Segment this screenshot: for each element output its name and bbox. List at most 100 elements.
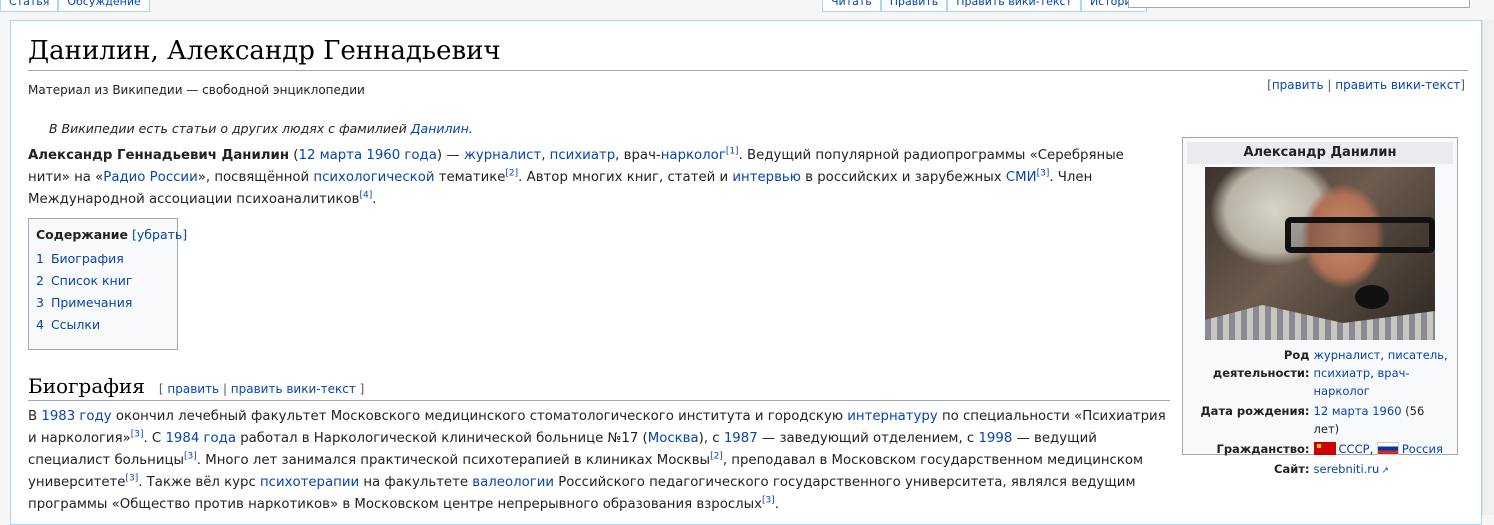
bio-text: на факультете — [359, 475, 473, 490]
ussr-flag-icon — [1313, 442, 1336, 455]
section-edit-source-link[interactable]: править вики-текст — [231, 382, 356, 396]
link-birth-date[interactable]: 12 марта 1960 — [1314, 404, 1402, 418]
toc-num: 3 — [36, 295, 44, 310]
section-edit-link[interactable]: править — [167, 382, 219, 396]
tab-article[interactable]: Статья — [0, 0, 59, 12]
table-of-contents: Содержание [убрать] 1 Биография 2 Список … — [28, 218, 187, 350]
toc-link-biography[interactable]: Биография — [51, 251, 124, 266]
toc-item[interactable]: 3 Примечания — [36, 292, 170, 314]
link-1984[interactable]: 1984 года — [165, 431, 236, 446]
bio-text: . С — [143, 431, 166, 446]
biography-paragraph: В 1983 году окончил лечебный факультет М… — [28, 406, 1170, 516]
lead-text-2: », посвящённой — [197, 170, 314, 185]
bio-text: . Также вёл курс — [138, 475, 260, 490]
ref-3[interactable]: [3] — [131, 430, 144, 440]
tab-read[interactable]: Читать — [822, 0, 881, 12]
lead-text-7: . — [372, 192, 377, 207]
subject-name: Александр Геннадьевич Данилин — [28, 148, 290, 163]
bio-text: — заведующий отделением, с — [757, 431, 979, 446]
ref-2[interactable]: [2] — [710, 452, 723, 462]
lead-text-4: . Автор многих книг, статей и — [518, 170, 733, 185]
link-valeology[interactable]: валеологии — [472, 475, 554, 490]
link-internship[interactable]: интернатуру — [847, 409, 937, 424]
link-journalist[interactable]: журналист — [464, 148, 541, 163]
link-moscow[interactable]: Москва — [648, 431, 699, 446]
bracket-close: ] — [355, 382, 365, 396]
toc-link-books[interactable]: Список книг — [51, 273, 132, 288]
infobox-row-birth: Дата рождения: 12 марта 1960 (56 лет) — [1187, 402, 1453, 438]
right-tabs: Читать Править Править вики-текст Истори… — [822, 0, 1148, 12]
link-psychological[interactable]: психологической — [313, 170, 434, 185]
scrollbar[interactable] — [1482, 20, 1494, 515]
toc-link-links[interactable]: Ссылки — [51, 317, 100, 332]
section-title: Биография — [28, 374, 145, 398]
link-psychotherapy[interactable]: психотерапии — [260, 475, 359, 490]
toc-item[interactable]: 4 Ссылки — [36, 314, 170, 336]
infobox-row-occupation: Род деятельности: журналист, писатель, п… — [1187, 346, 1453, 400]
tab-edit-source[interactable]: Править вики-текст — [947, 0, 1081, 12]
link-radio-russia[interactable]: Радио России — [103, 170, 197, 185]
page-edit-links: [править | править вики-текст] — [1267, 78, 1465, 92]
link-media[interactable]: СМИ — [1006, 170, 1037, 185]
photo-shirt — [1205, 305, 1435, 340]
lead-paragraph: Александр Геннадьевич Данилин (12 марта … — [28, 146, 1124, 207]
toc-link-notes[interactable]: Примечания — [51, 295, 132, 310]
toc-num: 4 — [36, 317, 44, 332]
lead-text-5: в российских и зарубежных — [800, 170, 1006, 185]
link-1983[interactable]: 1983 году — [41, 409, 111, 424]
ref-3[interactable]: [3] — [1037, 169, 1050, 179]
hatnote-end: . — [468, 121, 473, 136]
infobox-label: Род деятельности: — [1212, 348, 1310, 380]
hatnote-text: В Википедии есть статьи о других людях с… — [49, 121, 407, 136]
toc-title: Содержание — [36, 227, 129, 242]
link-psychiatrist[interactable]: психиатр — [1314, 366, 1371, 380]
link-ussr[interactable]: СССР — [1339, 442, 1370, 456]
portrait-photo[interactable] — [1205, 167, 1435, 340]
section-edit-links: [ править | править вики-текст ] — [158, 382, 365, 396]
search-input[interactable] — [1128, 0, 1470, 8]
ref-3[interactable]: [3] — [125, 474, 138, 484]
hatnote-link[interactable]: Данилин — [411, 121, 469, 136]
link-psychiatrist[interactable]: психиатр — [550, 148, 616, 163]
toc-toggle[interactable]: [убрать] — [132, 227, 187, 242]
tab-edit[interactable]: Править — [880, 0, 948, 12]
ref-3[interactable]: [3] — [762, 496, 775, 506]
link-1998[interactable]: 1998 — [978, 431, 1012, 446]
section-heading-biography: Биография [ править | править вики-текст … — [28, 374, 1170, 401]
infobox-row-citizenship: Гражданство: СССР, Россия — [1187, 440, 1453, 458]
infobox-label: Гражданство: — [1216, 442, 1310, 456]
link-1987[interactable]: 1987 — [724, 431, 758, 446]
ref-2[interactable]: [2] — [505, 169, 518, 179]
toc-item[interactable]: 1 Биография — [36, 248, 170, 270]
photo-glasses — [1285, 217, 1435, 253]
russia-flag-icon — [1376, 442, 1399, 455]
photo-pipe — [1355, 285, 1389, 309]
tab-discussion[interactable]: Обсуждение — [58, 0, 150, 12]
link-interviews[interactable]: интервью — [732, 170, 801, 185]
edit-separator: | — [1327, 78, 1332, 92]
ref-3[interactable]: [3] — [184, 452, 197, 462]
bio-text: работал в Наркологической клинической бо… — [235, 431, 648, 446]
infobox-value: 12 марта 1960 (56 лет) — [1314, 402, 1453, 438]
edit-source-link[interactable]: править вики-текст — [1335, 78, 1460, 92]
link-russia[interactable]: Россия — [1402, 442, 1443, 456]
ref-4[interactable]: [4] — [359, 191, 372, 201]
link-narcologist[interactable]: нарколог — [661, 148, 726, 163]
toc-num: 1 — [36, 251, 44, 266]
bio-text: . Много лет занимался практической психо… — [196, 453, 711, 468]
site-subtitle: Материал из Википедии — свободной энцикл… — [28, 83, 365, 97]
edit-link[interactable]: править — [1272, 78, 1324, 92]
link-birth-date[interactable]: 12 марта 1960 года — [298, 148, 436, 163]
bio-text: ), с — [698, 431, 724, 446]
bio-text: В — [28, 409, 42, 424]
link-writer[interactable]: писатель — [1388, 348, 1444, 362]
infobox-value: журналист, писатель, психиатр, врач-нарк… — [1313, 348, 1448, 398]
link-journalist[interactable]: журналист — [1314, 348, 1381, 362]
infobox-label: Сайт: — [1274, 462, 1310, 476]
infobox-label: Дата рождения: — [1200, 404, 1310, 418]
infobox-title: Александр Данилин — [1187, 142, 1453, 164]
infobox-value: СССР, Россия — [1313, 440, 1453, 458]
toc-item[interactable]: 2 Список книг — [36, 270, 170, 292]
ref-1[interactable]: [1] — [726, 147, 739, 157]
external-site-link[interactable]: serebniti.ru — [1314, 462, 1389, 476]
